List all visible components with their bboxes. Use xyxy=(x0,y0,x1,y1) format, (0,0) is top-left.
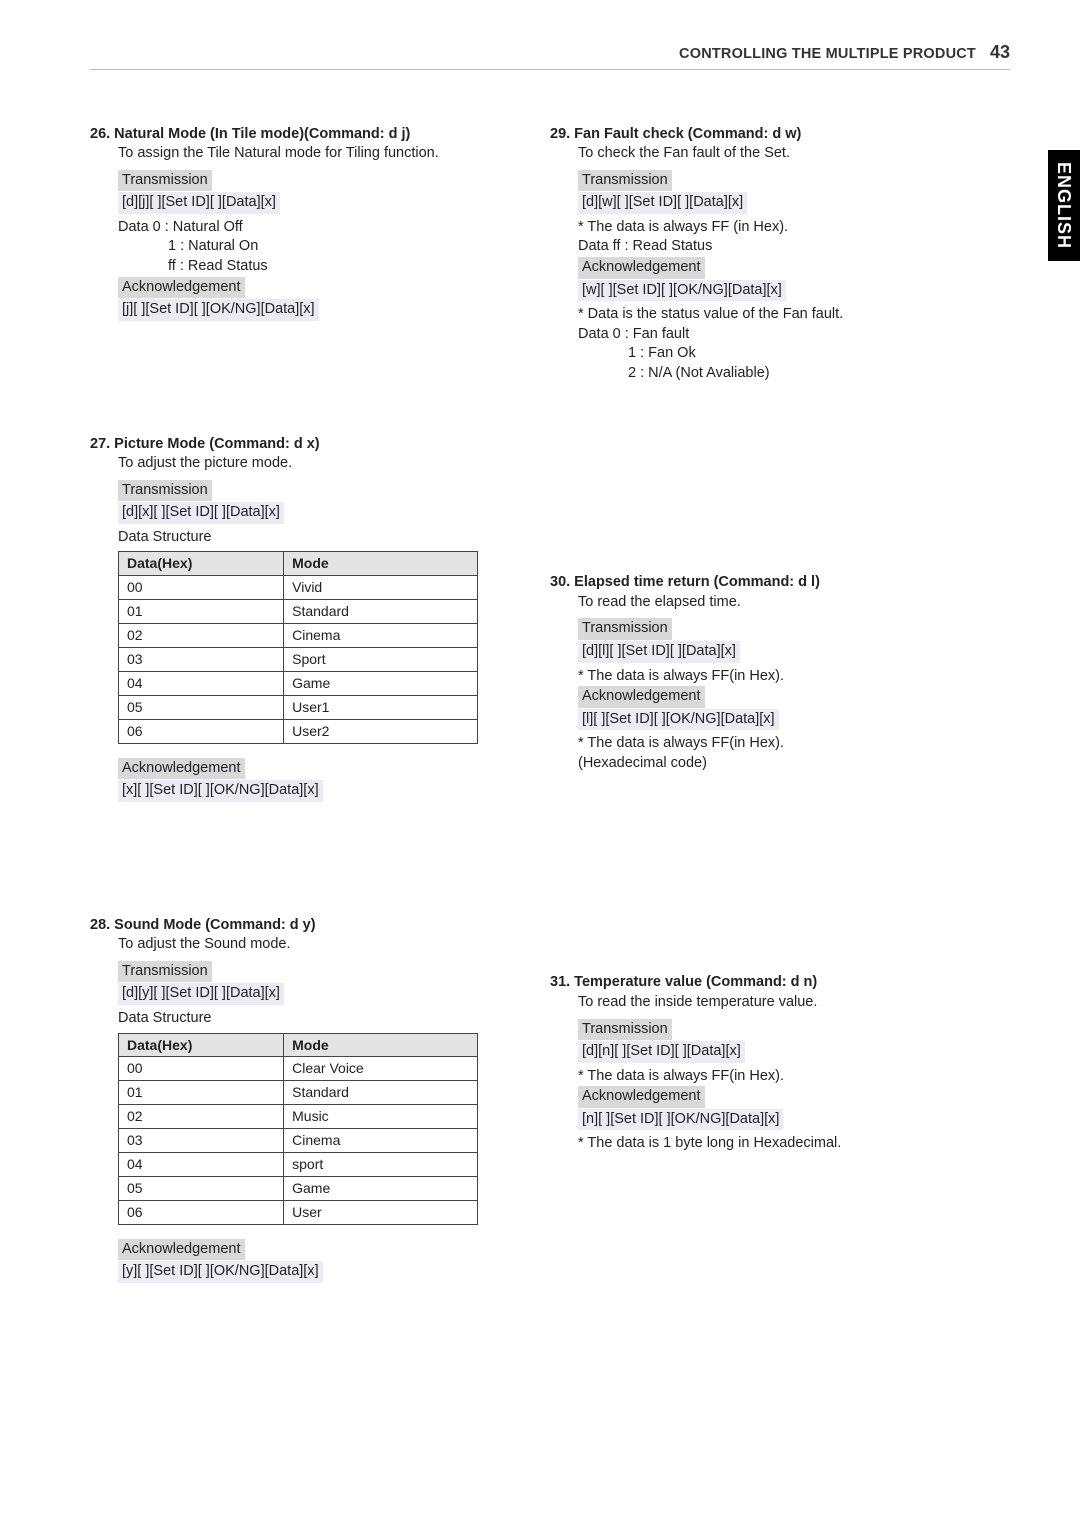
cmd-30-note3: (Hexadecimal code) xyxy=(578,754,970,774)
cmd-31-tx-syntax: [d][n][ ][Set ID][ ][Data][x] xyxy=(578,1041,745,1063)
table-row: 02Music xyxy=(119,1105,478,1129)
cmd-29-note1: * The data is always FF (in Hex). xyxy=(578,218,970,238)
table-row: 06User xyxy=(119,1200,478,1224)
cmd-28-ack-syntax: [y][ ][Set ID][ ][OK/NG][Data][x] xyxy=(118,1261,323,1283)
cmd-26-tx-syntax: [d][j][ ][Set ID][ ][Data][x] xyxy=(118,192,280,214)
cmd-31-ack-syntax: [n][ ][Set ID][ ][OK/NG][Data][x] xyxy=(578,1109,783,1131)
cmd-29: 29. Fan Fault check (Command: d w) To ch… xyxy=(550,125,970,384)
cmd-26-desc: To assign the Tile Natural mode for Tili… xyxy=(118,144,510,164)
cmd-31: 31. Temperature value (Command: d n) To … xyxy=(550,973,970,1154)
cmd-28-table: Data(Hex) Mode 00Clear Voice 01Standard … xyxy=(118,1033,478,1225)
cmd-31-note1: * The data is always FF(in Hex). xyxy=(578,1067,970,1087)
cmd-27: 27. Picture Mode (Command: d x) To adjus… xyxy=(90,435,510,806)
table-header-mode: Mode xyxy=(284,552,478,576)
table-header-datahex: Data(Hex) xyxy=(119,552,284,576)
cmd-30-note2: * The data is always FF(in Hex). xyxy=(578,734,970,754)
cmd-31-note2: * The data is 1 byte long in Hexadecimal… xyxy=(578,1134,970,1154)
table-row: 04Game xyxy=(119,671,478,695)
cmd-26-data1: 1 : Natural On xyxy=(168,237,510,257)
transmission-label: Transmission xyxy=(118,480,212,502)
acknowledgement-label: Acknowledgement xyxy=(578,686,705,708)
cmd-28-struct: Data Structure xyxy=(118,1009,510,1029)
cmd-30-note1: * The data is always FF(in Hex). xyxy=(578,667,970,687)
table-row: 00Clear Voice xyxy=(119,1057,478,1081)
cmd-29-data1: 1 : Fan Ok xyxy=(628,344,970,364)
acknowledgement-label: Acknowledgement xyxy=(578,1086,705,1108)
cmd-27-ack-syntax: [x][ ][Set ID][ ][OK/NG][Data][x] xyxy=(118,780,323,802)
cmd-27-title: 27. Picture Mode (Command: d x) xyxy=(90,435,510,455)
cmd-27-tx-syntax: [d][x][ ][Set ID][ ][Data][x] xyxy=(118,502,284,524)
table-row: 01Standard xyxy=(119,600,478,624)
cmd-28-desc: To adjust the Sound mode. xyxy=(118,935,510,955)
cmd-29-data2: 2 : N/A (Not Avaliable) xyxy=(628,364,970,384)
cmd-29-note2: Data ff : Read Status xyxy=(578,237,970,257)
cmd-26-data0: Data 0 : Natural Off xyxy=(118,218,510,238)
cmd-27-desc: To adjust the picture mode. xyxy=(118,454,510,474)
table-row: 01Standard xyxy=(119,1081,478,1105)
acknowledgement-label: Acknowledgement xyxy=(118,277,245,299)
acknowledgement-label: Acknowledgement xyxy=(118,1239,245,1261)
cmd-28: 28. Sound Mode (Command: d y) To adjust … xyxy=(90,916,510,1287)
cmd-27-table: Data(Hex) Mode 00Vivid 01Standard 02Cine… xyxy=(118,551,478,743)
page-header: CONTROLLING THE MULTIPLE PRODUCT 43 xyxy=(90,40,1010,70)
table-row: 00Vivid xyxy=(119,576,478,600)
cmd-31-desc: To read the inside temperature value. xyxy=(578,993,970,1013)
left-column: 26. Natural Mode (In Tile mode)(Command:… xyxy=(90,125,510,1367)
acknowledgement-label: Acknowledgement xyxy=(118,758,245,780)
transmission-label: Transmission xyxy=(578,170,672,192)
transmission-label: Transmission xyxy=(578,1019,672,1041)
cmd-26-title: 26. Natural Mode (In Tile mode)(Command:… xyxy=(90,125,510,145)
cmd-26-ack-syntax: [j][ ][Set ID][ ][OK/NG][Data][x] xyxy=(118,299,319,321)
right-column: 29. Fan Fault check (Command: d w) To ch… xyxy=(550,125,970,1367)
acknowledgement-label: Acknowledgement xyxy=(578,257,705,279)
table-header-mode: Mode xyxy=(284,1033,478,1057)
cmd-29-title: 29. Fan Fault check (Command: d w) xyxy=(550,125,970,145)
table-row: 05User1 xyxy=(119,695,478,719)
cmd-30-desc: To read the elapsed time. xyxy=(578,593,970,613)
cmd-30-tx-syntax: [d][l][ ][Set ID][ ][Data][x] xyxy=(578,641,740,663)
cmd-30: 30. Elapsed time return (Command: d l) T… xyxy=(550,573,970,773)
cmd-29-tx-syntax: [d][w][ ][Set ID][ ][Data][x] xyxy=(578,192,747,214)
cmd-27-struct: Data Structure xyxy=(118,528,510,548)
table-row: 03Cinema xyxy=(119,1129,478,1153)
language-tab: ENGLISH xyxy=(1048,150,1080,261)
header-title: CONTROLLING THE MULTIPLE PRODUCT xyxy=(679,45,976,65)
transmission-label: Transmission xyxy=(118,170,212,192)
cmd-30-ack-syntax: [l][ ][Set ID][ ][OK/NG][Data][x] xyxy=(578,709,779,731)
table-row: 03Sport xyxy=(119,648,478,672)
cmd-29-desc: To check the Fan fault of the Set. xyxy=(578,144,970,164)
table-row: 06User2 xyxy=(119,719,478,743)
table-header-datahex: Data(Hex) xyxy=(119,1033,284,1057)
cmd-29-note3: * Data is the status value of the Fan fa… xyxy=(578,305,970,325)
cmd-29-ack-syntax: [w][ ][Set ID][ ][OK/NG][Data][x] xyxy=(578,280,786,302)
transmission-label: Transmission xyxy=(578,618,672,640)
table-row: 02Cinema xyxy=(119,624,478,648)
cmd-31-title: 31. Temperature value (Command: d n) xyxy=(550,973,970,993)
cmd-29-data0: Data 0 : Fan fault xyxy=(578,325,970,345)
page-number: 43 xyxy=(990,40,1010,64)
content-columns: 26. Natural Mode (In Tile mode)(Command:… xyxy=(90,125,1010,1367)
cmd-30-title: 30. Elapsed time return (Command: d l) xyxy=(550,573,970,593)
transmission-label: Transmission xyxy=(118,961,212,983)
cmd-28-tx-syntax: [d][y][ ][Set ID][ ][Data][x] xyxy=(118,983,284,1005)
table-row: 04sport xyxy=(119,1152,478,1176)
cmd-26: 26. Natural Mode (In Tile mode)(Command:… xyxy=(90,125,510,325)
table-row: 05Game xyxy=(119,1176,478,1200)
cmd-26-data2: ff : Read Status xyxy=(168,257,510,277)
cmd-28-title: 28. Sound Mode (Command: d y) xyxy=(90,916,510,936)
